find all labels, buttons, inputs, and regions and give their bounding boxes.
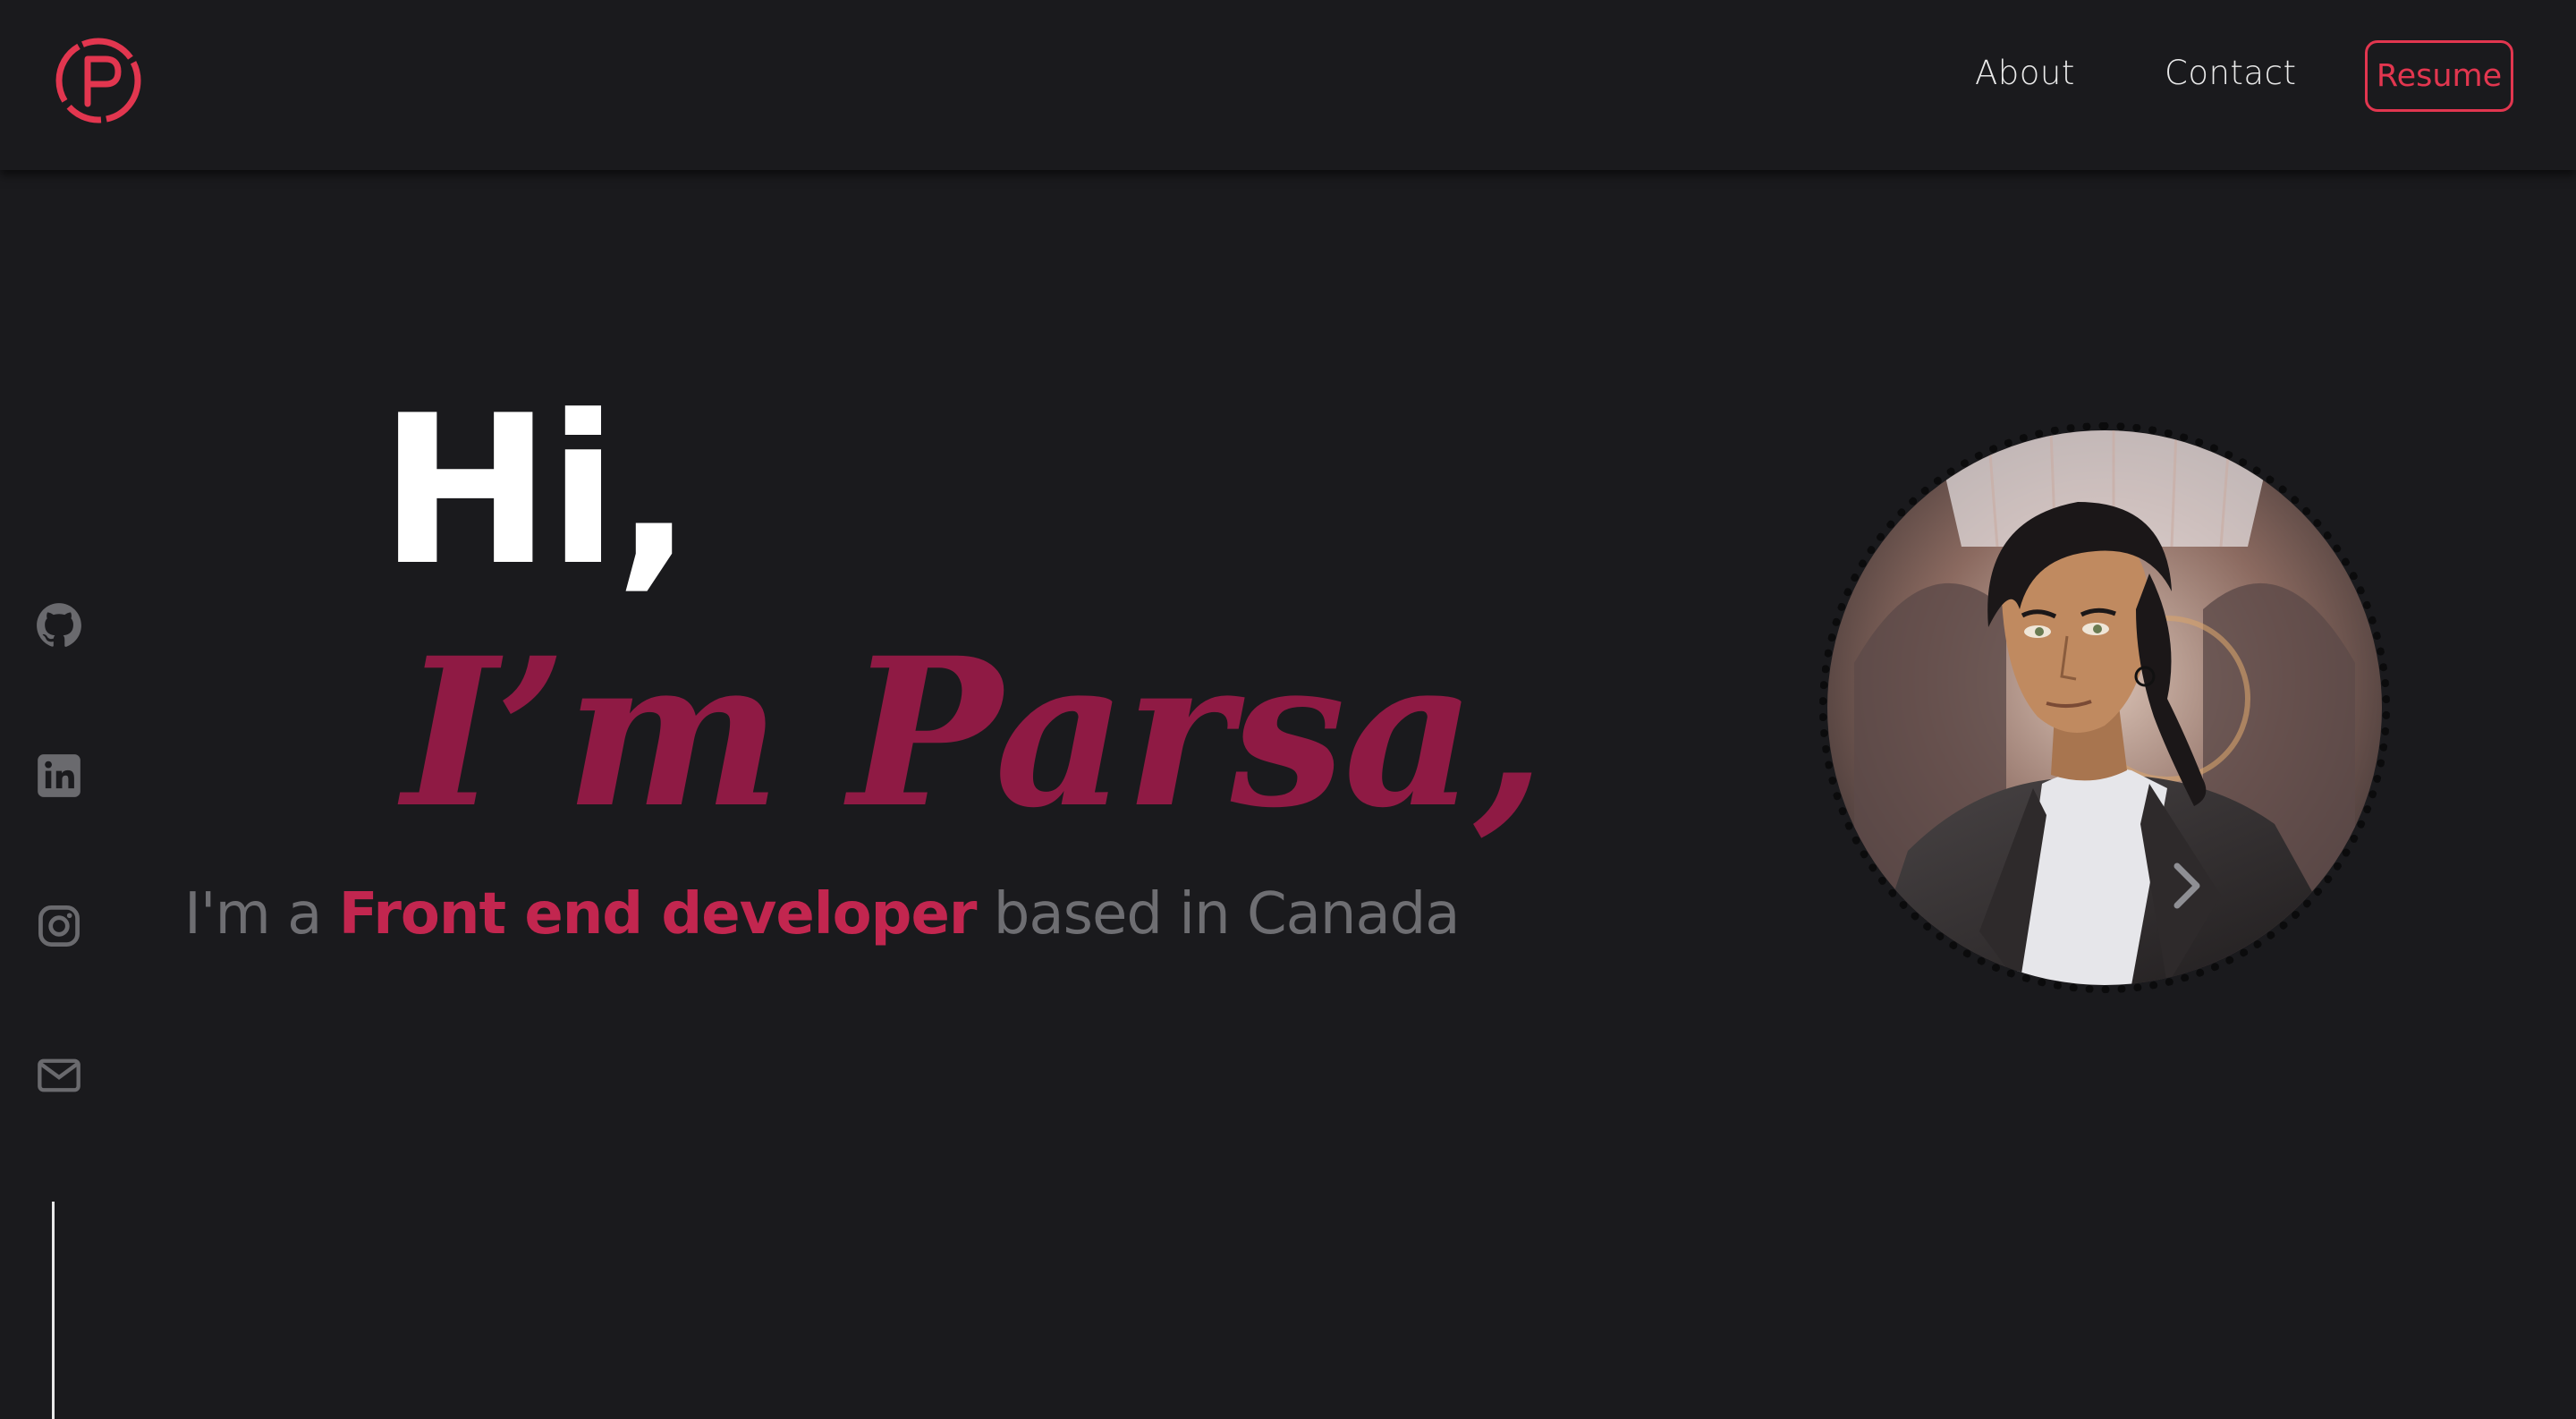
avatar-illustration xyxy=(1819,422,2390,993)
nav-contact[interactable]: Contact xyxy=(2165,54,2296,92)
subtitle-prefix: I'm a xyxy=(184,881,339,947)
instagram-icon[interactable] xyxy=(36,903,82,949)
github-icon[interactable] xyxy=(36,602,82,649)
chevron-right-icon[interactable] xyxy=(2170,859,2206,913)
p-logo-icon[interactable] xyxy=(52,34,145,127)
site-header: About Contact Resume xyxy=(0,0,2576,170)
linkedin-icon[interactable] xyxy=(36,752,82,799)
hero-greeting: Hi, xyxy=(379,372,693,611)
mail-icon[interactable] xyxy=(36,1052,82,1099)
hero-name: I’m Parsa, xyxy=(402,613,1545,853)
nav-about[interactable]: About xyxy=(1975,54,2075,92)
hero-subtitle: I'm a Front end developer based in Canad… xyxy=(184,886,1461,943)
resume-button[interactable]: Resume xyxy=(2365,40,2513,112)
subtitle-suffix: based in Canada xyxy=(976,881,1461,947)
sidebar-divider xyxy=(52,1202,55,1419)
subtitle-role: Front end developer xyxy=(338,881,978,947)
